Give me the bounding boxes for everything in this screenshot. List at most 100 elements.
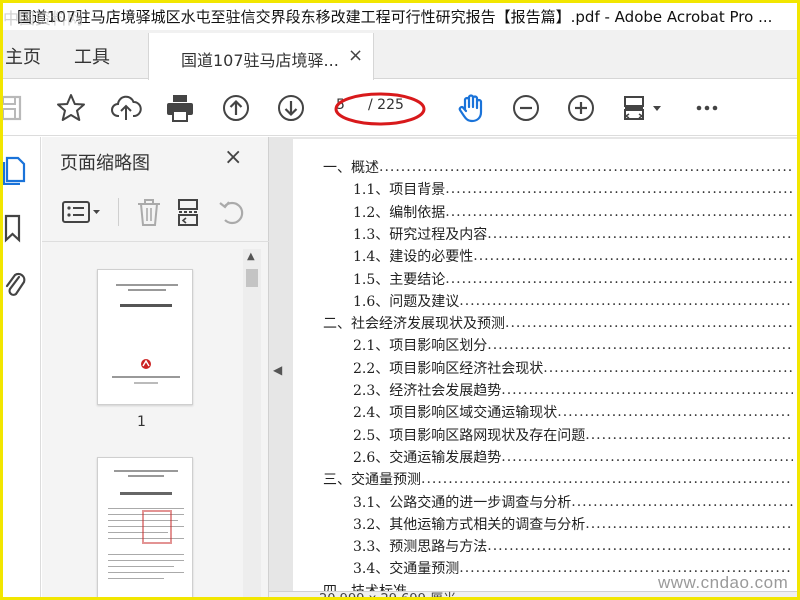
scrollbar-thumb[interactable]	[246, 269, 258, 287]
toc-leader-dots	[473, 248, 793, 264]
thumbnail-panel: 页面缩略图 × 1 ▲	[42, 137, 269, 597]
toc-chapter[interactable]: 一、概述	[293, 156, 793, 178]
toc-leader-dots	[487, 226, 793, 242]
toc-chapter[interactable]: 三、交通量预测	[293, 468, 793, 490]
toc-entry-text: 2.2、项目影响区经济社会现状	[353, 360, 544, 377]
toc-entry-text: 2.6、交通运输发展趋势	[353, 449, 502, 466]
thumbnail-number: 1	[137, 414, 146, 430]
toc-entry-text: 1.3、研究过程及内容	[353, 226, 488, 243]
tab-tools[interactable]: 工具	[74, 43, 110, 69]
bookmarks-icon[interactable]	[3, 213, 29, 243]
page-thumbnail-1[interactable]	[97, 269, 193, 405]
tab-bar: 主页 工具 国道107驻马店境驿... ×	[3, 30, 797, 80]
toc-section[interactable]: 1.1、项目背景	[293, 178, 793, 200]
options-menu-icon[interactable]	[60, 196, 106, 228]
toc-section[interactable]: 2.3、经济社会发展趋势	[293, 379, 793, 401]
toc-leader-dots	[445, 271, 793, 287]
tab-document-label: 国道107驻马店境驿...	[181, 51, 339, 70]
rotate-icon[interactable]	[217, 196, 247, 228]
thumbnail-scrollbar[interactable]: ▲	[243, 249, 261, 597]
star-icon[interactable]	[55, 92, 87, 124]
toc-entry-text: 3.2、其他运输方式相关的调查与分析	[353, 516, 586, 533]
window-title: 国道107驻马店境驿城区水屯至驻信交界段东移改建工程可行性研究报告【报告篇】.p…	[17, 8, 773, 26]
toc-section[interactable]: 1.6、问题及建议	[293, 290, 793, 312]
toc-chapter[interactable]: 二、社会经济发展现状及预测	[293, 312, 793, 334]
toc-entry-text: 2.4、项目影响区域交通运输现状	[353, 405, 558, 422]
toc-leader-dots	[501, 382, 793, 398]
print-icon[interactable]	[164, 92, 196, 124]
more-icon[interactable]	[691, 92, 723, 124]
arrow-down-icon[interactable]	[275, 92, 307, 124]
toc-entry-text: 2.3、经济社会发展趋势	[353, 383, 502, 399]
panel-divider	[42, 241, 269, 242]
title-bar: 国道107驻马店境驿城区水屯至驻信交界段东移改建工程可行性研究报告【报告篇】.p…	[3, 3, 797, 30]
toc-leader-dots	[505, 315, 793, 331]
toc-section[interactable]: 1.4、建设的必要性	[293, 245, 793, 267]
tab-home[interactable]: 主页	[5, 43, 41, 69]
close-panel-icon[interactable]: ×	[224, 145, 242, 170]
navigation-rail	[3, 137, 41, 597]
upload-icon[interactable]	[110, 92, 142, 124]
delete-icon[interactable]	[134, 196, 164, 228]
toc-section[interactable]: 2.4、项目影响区域交通运输现状	[293, 401, 793, 423]
toc-entry-text: 1.2、编制依据	[353, 204, 446, 221]
toc-leader-dots	[557, 404, 793, 420]
zoom-out-icon[interactable]	[510, 92, 542, 124]
attachments-icon[interactable]	[3, 269, 29, 299]
toc-section[interactable]: 3.2、其他运输方式相关的调查与分析	[293, 513, 793, 535]
toc-leader-dots	[445, 181, 793, 197]
toc-leader-dots	[543, 360, 793, 376]
panel-title: 页面缩略图	[60, 153, 150, 174]
collapse-panel-icon[interactable]: ◀	[273, 363, 282, 377]
stamp-mark	[142, 510, 172, 544]
toc-entry-text: 2.5、项目影响区路网现状及存在问题	[353, 427, 586, 444]
save-icon[interactable]	[3, 92, 27, 124]
page-thumbnails-icon[interactable]	[3, 155, 29, 186]
toc-section[interactable]: 1.3、研究过程及内容	[293, 223, 793, 245]
toc-section[interactable]: 2.6、交通运输发展趋势	[293, 446, 793, 468]
toc-leader-dots	[421, 471, 793, 487]
toc-section[interactable]: 2.5、项目影响区路网现状及存在问题	[293, 424, 793, 446]
toc-entry-text: 1.5、主要结论	[353, 271, 446, 288]
toc-leader-dots	[487, 337, 793, 353]
scroll-up-icon[interactable]: ▲	[247, 251, 255, 262]
toc-leader-dots	[501, 449, 793, 465]
toc-section[interactable]: 3.1、公路交通的进一步调查与分析	[293, 491, 793, 513]
toc-leader-dots	[459, 293, 793, 309]
toc-leader-dots	[445, 204, 793, 220]
toc-entry-text: 2.1、项目影响区划分	[353, 338, 488, 355]
toc-entry-text: 3.3、预测思路与方法	[353, 539, 488, 556]
page-thumbnail-2[interactable]	[97, 457, 193, 597]
page-size-readout: 20.999 x 29.699 厘米	[319, 592, 457, 600]
toc-section[interactable]: 1.2、编制依据	[293, 201, 793, 223]
page-total: / 225	[368, 97, 404, 113]
fit-page-icon[interactable]	[620, 92, 666, 124]
toc-entry-text: 3.1、公路交通的进一步调查与分析	[353, 494, 572, 511]
toc-entry-text: 三、交通量预测	[323, 472, 421, 489]
toc-entry-text: 二、社会经济发展现状及预测	[323, 316, 505, 333]
toc-leader-dots	[585, 427, 793, 443]
toc-entry-text: 1.6、问题及建议	[353, 293, 460, 310]
toc-leader-dots	[571, 494, 793, 510]
insert-page-icon[interactable]	[174, 196, 204, 228]
zoom-in-icon[interactable]	[565, 92, 597, 124]
toc-leader-dots	[487, 538, 793, 554]
hand-icon[interactable]	[455, 92, 487, 124]
toc-section[interactable]: 2.1、项目影响区划分	[293, 334, 793, 356]
toc-entry-text: 3.4、交通量预测	[353, 561, 460, 578]
toolbar-divider	[118, 198, 119, 226]
acrobat-window: 国道107驻马店境驿城区水屯至驻信交界段东移改建工程可行性研究报告【报告篇】.p…	[0, 0, 800, 600]
arrow-up-icon[interactable]	[220, 92, 252, 124]
pdf-page: 一、概述 1.1、项目背景 1.2、编制依据 1.3、研究过程及内容 1.4、建设的必要…	[293, 139, 797, 591]
watermark-top: 中国资料网	[3, 11, 84, 28]
watermark-bottom: www.cndao.com	[658, 573, 789, 592]
toc-section[interactable]: 3.3、预测思路与方法	[293, 535, 793, 557]
page-number-input[interactable]: 5	[336, 97, 366, 117]
toc-leader-dots	[379, 159, 793, 175]
toolbar: 5 / 225	[3, 80, 797, 136]
toc-section[interactable]: 1.5、主要结论	[293, 268, 793, 290]
close-tab-icon[interactable]: ×	[348, 45, 363, 66]
tab-document[interactable]: 国道107驻马店境驿... ×	[148, 33, 374, 80]
toc-section[interactable]: 2.2、项目影响区经济社会现状	[293, 357, 793, 379]
document-view[interactable]: ◀ 一、概述 1.1、项目背景 1.2、编制依据 1.3、研究过程及内容 1.4、建设的…	[269, 137, 797, 597]
